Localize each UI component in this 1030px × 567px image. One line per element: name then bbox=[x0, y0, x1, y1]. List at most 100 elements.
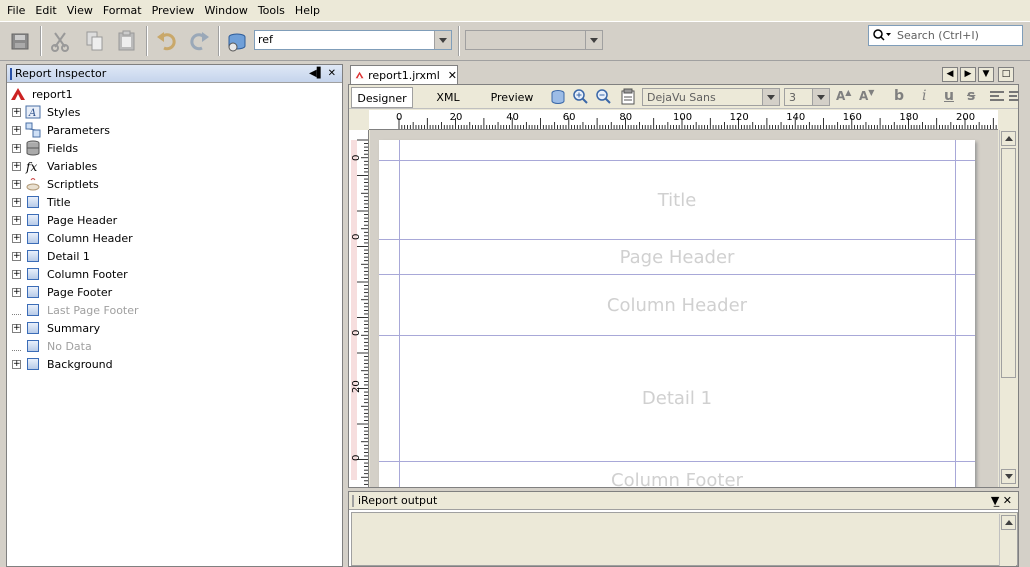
band-detail-1[interactable]: Detail 1 bbox=[379, 336, 975, 462]
redo-button[interactable] bbox=[184, 26, 214, 56]
tree-item-no-data[interactable]: No Data bbox=[12, 337, 92, 355]
zoom-out-icon[interactable] bbox=[595, 88, 613, 109]
scroll-tabs-right-button[interactable]: ▶ bbox=[960, 67, 976, 82]
menu-edit[interactable]: Edit bbox=[30, 0, 61, 21]
preview-tab[interactable]: Preview bbox=[483, 87, 541, 108]
tree-item-styles[interactable]: + A Styles bbox=[12, 103, 80, 121]
chevron-down-icon[interactable] bbox=[434, 31, 451, 49]
menu-window[interactable]: Window bbox=[199, 0, 252, 21]
align-left-icon[interactable] bbox=[989, 90, 1005, 107]
minimize-panel-icon[interactable]: ▼̲ ✕ bbox=[991, 494, 1012, 507]
tree-item-column-header[interactable]: + Column Header bbox=[12, 229, 133, 247]
properties-icon[interactable] bbox=[619, 88, 637, 109]
tree-item-parameters[interactable]: + Parameters bbox=[12, 121, 110, 139]
tree-item-detail-1[interactable]: + Detail 1 bbox=[12, 247, 90, 265]
minimize-panel-icon[interactable]: ◀▌ ✕ bbox=[309, 68, 336, 79]
scroll-up-icon[interactable] bbox=[1001, 131, 1016, 146]
expand-icon[interactable]: + bbox=[12, 323, 21, 333]
scrollbar-thumb[interactable] bbox=[1001, 148, 1016, 378]
band-icon bbox=[25, 338, 41, 354]
tree-item-variables[interactable]: + fx Variables bbox=[12, 157, 97, 175]
copy-button[interactable] bbox=[80, 26, 110, 56]
band-title[interactable]: Title bbox=[379, 161, 975, 240]
strikethrough-button[interactable]: s bbox=[967, 88, 975, 104]
chevron-down-icon[interactable] bbox=[762, 89, 779, 105]
tree-item-column-footer[interactable]: + Column Footer bbox=[12, 265, 128, 283]
underline-button[interactable]: u bbox=[944, 88, 954, 104]
tree-label: Fields bbox=[47, 141, 79, 155]
menu-help[interactable]: Help bbox=[290, 0, 325, 21]
scroll-up-icon[interactable] bbox=[1001, 515, 1016, 530]
tree-label: Detail 1 bbox=[47, 249, 90, 263]
tree-item-last-page-footer[interactable]: Last Page Footer bbox=[12, 301, 139, 319]
expand-icon[interactable]: + bbox=[12, 107, 21, 117]
vertical-scrollbar[interactable] bbox=[999, 514, 1016, 566]
output-console[interactable] bbox=[351, 512, 1018, 566]
scroll-down-icon[interactable] bbox=[1001, 469, 1016, 484]
menu-file[interactable]: File bbox=[2, 0, 30, 21]
ruler-label: 60 bbox=[563, 112, 576, 123]
secondary-combo[interactable] bbox=[465, 30, 603, 50]
expand-icon[interactable]: + bbox=[12, 161, 21, 171]
database-icon bbox=[228, 33, 246, 52]
italic-button[interactable]: i bbox=[922, 88, 926, 104]
zoom-in-icon[interactable] bbox=[572, 88, 590, 109]
band-column-header[interactable]: Column Header bbox=[379, 275, 975, 336]
tree-root-report1[interactable]: report1 bbox=[10, 85, 73, 103]
designer-tab[interactable]: Designer bbox=[351, 87, 413, 108]
tree-item-summary[interactable]: + Summary bbox=[12, 319, 100, 337]
maximize-button[interactable]: □ bbox=[998, 67, 1014, 82]
tree-item-scriptlets[interactable]: + Scriptlets bbox=[12, 175, 99, 193]
design-canvas[interactable]: Title Page Header Column Header Detail 1… bbox=[370, 130, 998, 487]
expression-combo[interactable]: ref bbox=[254, 30, 452, 50]
bold-button[interactable]: b bbox=[894, 88, 904, 104]
expand-icon[interactable]: + bbox=[12, 287, 21, 297]
ruler-label: 180 bbox=[899, 112, 918, 123]
tree-item-page-header[interactable]: + Page Header bbox=[12, 211, 117, 229]
menu-tools[interactable]: Tools bbox=[253, 0, 290, 21]
increase-font-icon[interactable]: A▲ bbox=[836, 88, 851, 103]
scroll-tabs-left-button[interactable]: ◀ bbox=[942, 67, 958, 82]
band-page-header[interactable]: Page Header bbox=[379, 240, 975, 275]
ruler-label: 0 bbox=[351, 455, 362, 461]
paste-button[interactable] bbox=[112, 26, 142, 56]
chevron-down-icon[interactable] bbox=[812, 89, 829, 105]
expand-icon[interactable]: + bbox=[12, 233, 21, 243]
font-family-combo[interactable]: DejaVu Sans bbox=[642, 88, 780, 106]
expand-icon[interactable]: + bbox=[12, 251, 21, 261]
search-input[interactable]: Search (Ctrl+I) bbox=[868, 25, 1023, 46]
expand-icon[interactable]: + bbox=[12, 125, 21, 135]
database-query-button[interactable] bbox=[222, 26, 252, 56]
close-icon[interactable]: ✕ bbox=[448, 69, 457, 82]
database-icon[interactable] bbox=[549, 88, 567, 109]
font-size-combo[interactable]: 3 bbox=[784, 88, 830, 106]
tree-label: Scriptlets bbox=[47, 177, 99, 191]
undo-button[interactable] bbox=[152, 26, 182, 56]
menu-preview[interactable]: Preview bbox=[147, 0, 200, 21]
align-center-icon[interactable] bbox=[1009, 90, 1019, 107]
save-all-button[interactable] bbox=[6, 26, 36, 56]
xml-tab[interactable]: XML bbox=[421, 87, 475, 108]
show-opened-documents-button[interactable]: ▼ bbox=[978, 67, 994, 82]
ruler-label: 120 bbox=[730, 112, 749, 123]
chevron-down-icon[interactable] bbox=[585, 31, 602, 49]
vertical-scrollbar[interactable] bbox=[999, 130, 1017, 487]
decrease-font-icon[interactable]: A▼ bbox=[859, 88, 874, 103]
menu-view[interactable]: View bbox=[62, 0, 98, 21]
tree-label: No Data bbox=[47, 339, 92, 353]
expand-icon[interactable]: + bbox=[12, 215, 21, 225]
menu-format[interactable]: Format bbox=[98, 0, 147, 21]
expand-icon[interactable]: + bbox=[12, 269, 21, 279]
tree-item-background[interactable]: + Background bbox=[12, 355, 113, 373]
expand-icon[interactable]: + bbox=[12, 197, 21, 207]
expand-icon[interactable]: + bbox=[12, 359, 21, 369]
tab-report1[interactable]: report1.jrxml ✕ bbox=[350, 65, 458, 84]
tree-item-title[interactable]: + Title bbox=[12, 193, 71, 211]
cut-button[interactable] bbox=[46, 26, 76, 56]
band-column-footer[interactable]: Column Footer bbox=[379, 462, 975, 487]
tree-item-fields[interactable]: + Fields bbox=[12, 139, 78, 157]
tree-item-page-footer[interactable]: + Page Footer bbox=[12, 283, 112, 301]
tree-label: Page Header bbox=[47, 213, 118, 227]
expand-icon[interactable]: + bbox=[12, 143, 21, 153]
expand-icon[interactable]: + bbox=[12, 179, 21, 189]
